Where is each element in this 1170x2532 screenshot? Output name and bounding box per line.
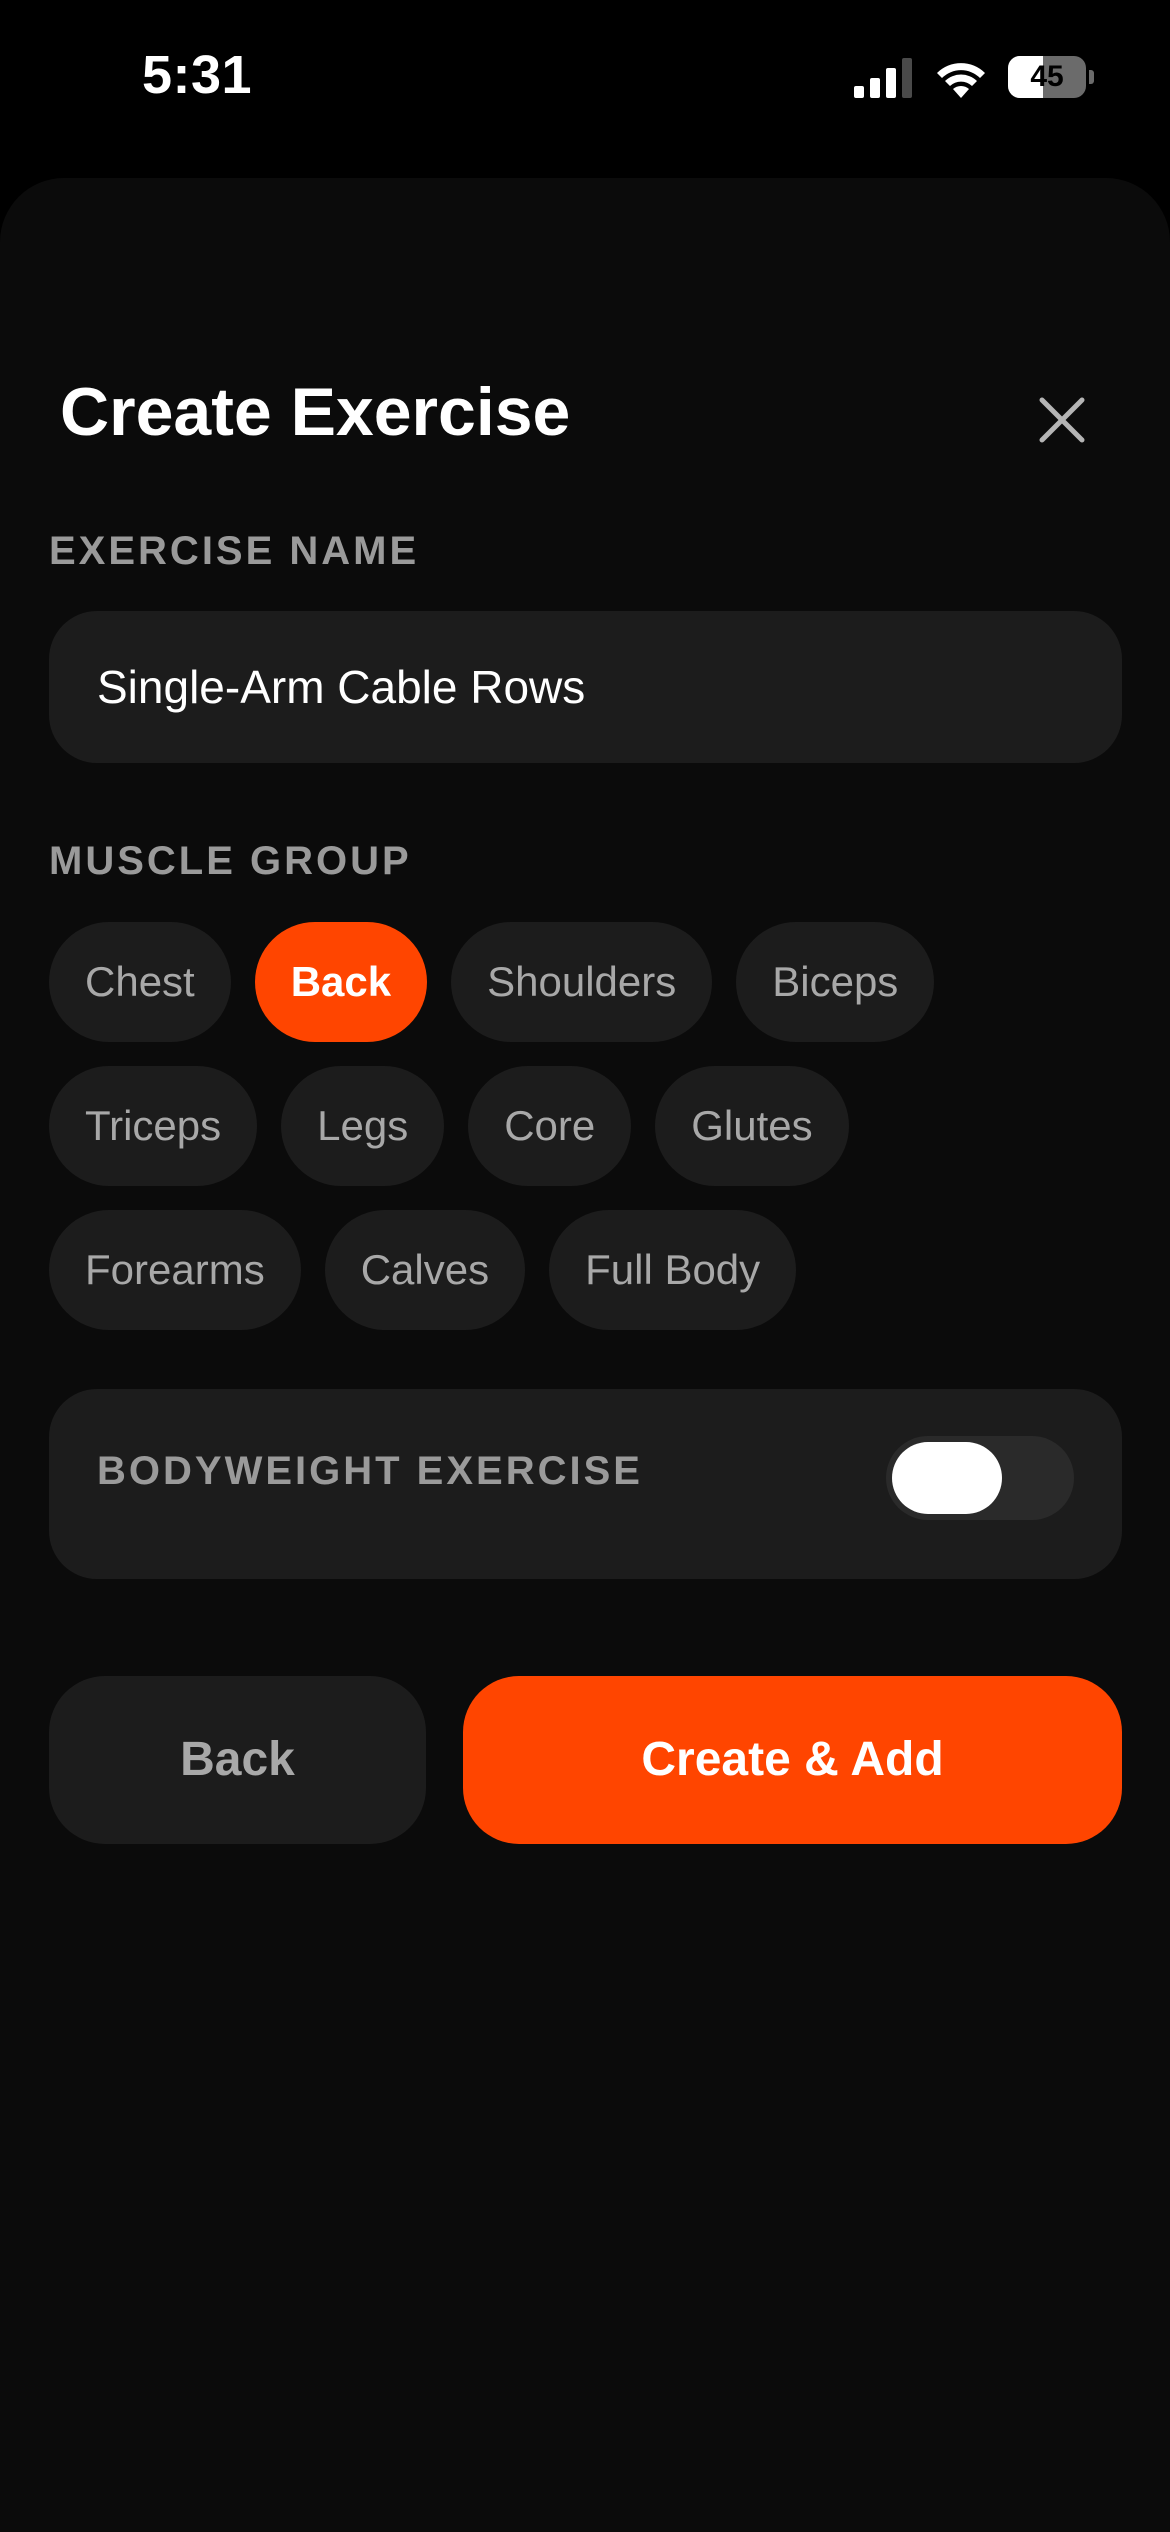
muscle-chip-calves[interactable]: Calves — [324, 1210, 526, 1330]
muscle-chip-full-body[interactable]: Full Body — [549, 1210, 797, 1330]
close-button[interactable] — [1030, 388, 1094, 452]
status-bar: 5:31 45 — [0, 0, 1170, 150]
signal-icon — [854, 58, 912, 98]
toggle-knob — [892, 1442, 1002, 1514]
exercise-name-label: EXERCISE NAME — [49, 529, 420, 573]
muscle-chip-back[interactable]: Back — [254, 922, 428, 1042]
muscle-group-chips: Chest Back Shoulders Biceps Triceps Legs Core G… — [49, 922, 1122, 1354]
create-and-add-button[interactable]: Create & Add — [463, 1676, 1122, 1844]
close-icon — [1039, 397, 1085, 443]
muscle-chip-chest[interactable]: Chest — [49, 922, 231, 1042]
muscle-chip-biceps[interactable]: Biceps — [736, 922, 935, 1042]
exercise-name-input[interactable] — [97, 611, 1074, 763]
battery-percent: 45 — [1030, 60, 1064, 93]
chip-row: Triceps Legs Core Glutes — [49, 1066, 1122, 1186]
exercise-name-field-container — [49, 611, 1122, 763]
wifi-icon — [937, 63, 985, 98]
bodyweight-card: BODYWEIGHT EXERCISE — [49, 1389, 1122, 1579]
bodyweight-toggle[interactable] — [886, 1436, 1074, 1520]
status-time: 5:31 — [142, 45, 253, 105]
battery-body: 45 — [1008, 56, 1086, 98]
muscle-chip-core[interactable]: Core — [468, 1066, 632, 1186]
chip-row: Forearms Calves Full Body — [49, 1210, 1122, 1330]
muscle-chip-triceps[interactable]: Triceps — [49, 1066, 258, 1186]
muscle-chip-legs[interactable]: Legs — [281, 1066, 445, 1186]
bodyweight-label: BODYWEIGHT EXERCISE — [97, 1449, 643, 1493]
muscle-chip-forearms[interactable]: Forearms — [49, 1210, 301, 1330]
battery-icon: 45 — [1008, 56, 1094, 98]
sheet-title: Create Exercise — [60, 374, 571, 450]
muscle-group-label: MUSCLE GROUP — [49, 839, 412, 883]
battery-cap — [1089, 70, 1094, 84]
chip-row: Chest Back Shoulders Biceps — [49, 922, 1122, 1042]
back-button[interactable]: Back — [49, 1676, 426, 1844]
screen: 5:31 45 Create Exercise EXERCISE NAME Si… — [0, 0, 1170, 2532]
muscle-chip-shoulders[interactable]: Shoulders — [451, 922, 713, 1042]
muscle-chip-glutes[interactable]: Glutes — [655, 1066, 849, 1186]
